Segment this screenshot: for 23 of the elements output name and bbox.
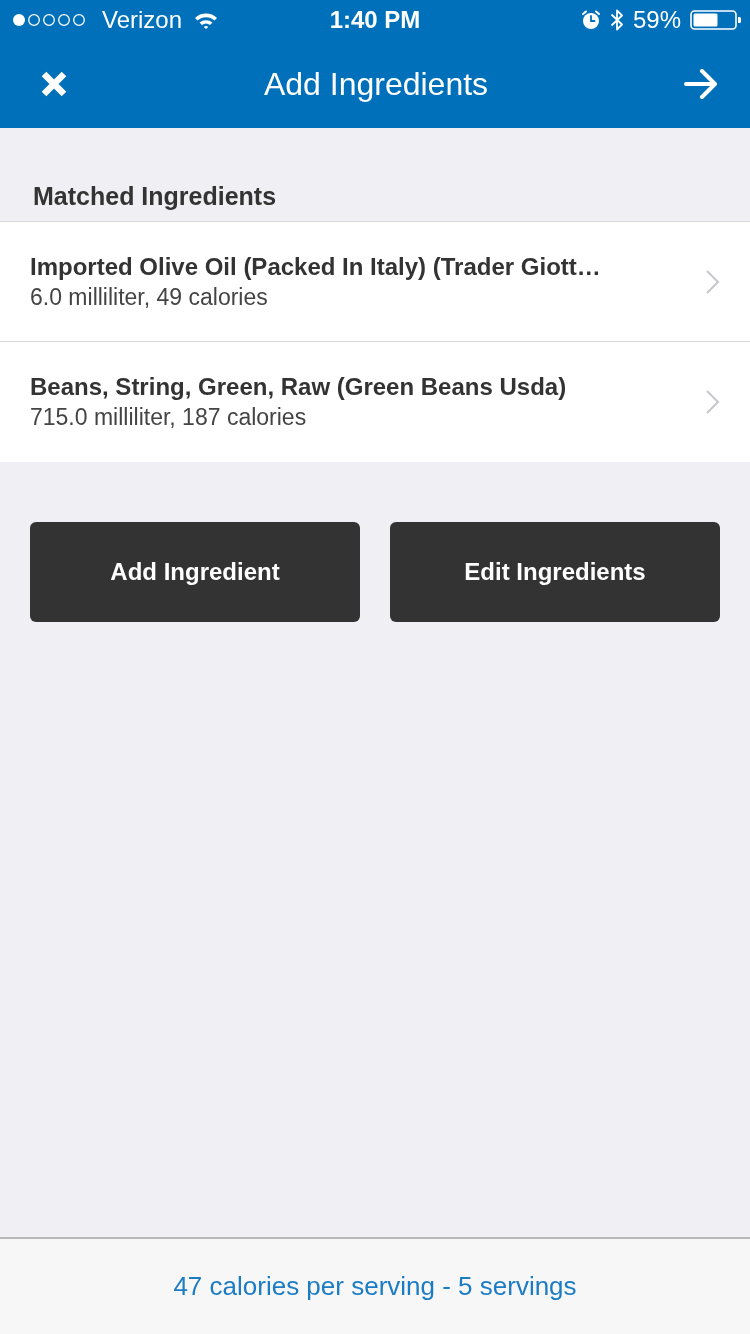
battery-percentage: 59% <box>632 6 681 34</box>
servings-summary-link[interactable]: 47 calories per serving - 5 servings <box>173 1271 577 1302</box>
alarm-clock-icon <box>580 10 601 30</box>
ingredient-row[interactable]: Imported Olive Oil (Packed In Italy) (Trader Giott… 6.0 milliliter, 49 calories <box>0 222 750 342</box>
ingredient-amount: 715.0 milliliter, 187 calories <box>30 404 307 431</box>
right-arrow-icon <box>684 69 718 99</box>
screen-title: Add Ingredients <box>263 65 489 103</box>
edit-ingredients-button[interactable]: Edit Ingredients <box>390 522 720 622</box>
close-icon <box>40 70 68 98</box>
chevron-right-icon <box>705 268 720 295</box>
add-ingredient-button[interactable]: Add Ingredient <box>30 522 360 622</box>
next-button[interactable] <box>682 67 720 101</box>
chevron-right-icon <box>705 389 720 415</box>
section-heading: Matched Ingredients <box>32 181 277 212</box>
carrier-name: Verizon <box>102 6 183 34</box>
ingredient-name: Imported Olive Oil (Packed In Italy) (Trader Giott… <box>30 252 601 281</box>
ingredient-amount: 6.0 milliliter, 49 calories <box>30 283 268 311</box>
battery-icon <box>690 10 742 30</box>
ingredient-name: Beans, String, Green, Raw (Green Beans Usda) <box>30 373 567 401</box>
wifi-icon <box>194 11 219 29</box>
clock-time: 1:40 PM <box>329 6 421 34</box>
bluetooth-icon <box>609 8 624 32</box>
ingredient-row[interactable]: Beans, String, Green, Raw (Green Beans Usda) 715.0 milliliter, 187 calories <box>0 342 750 462</box>
